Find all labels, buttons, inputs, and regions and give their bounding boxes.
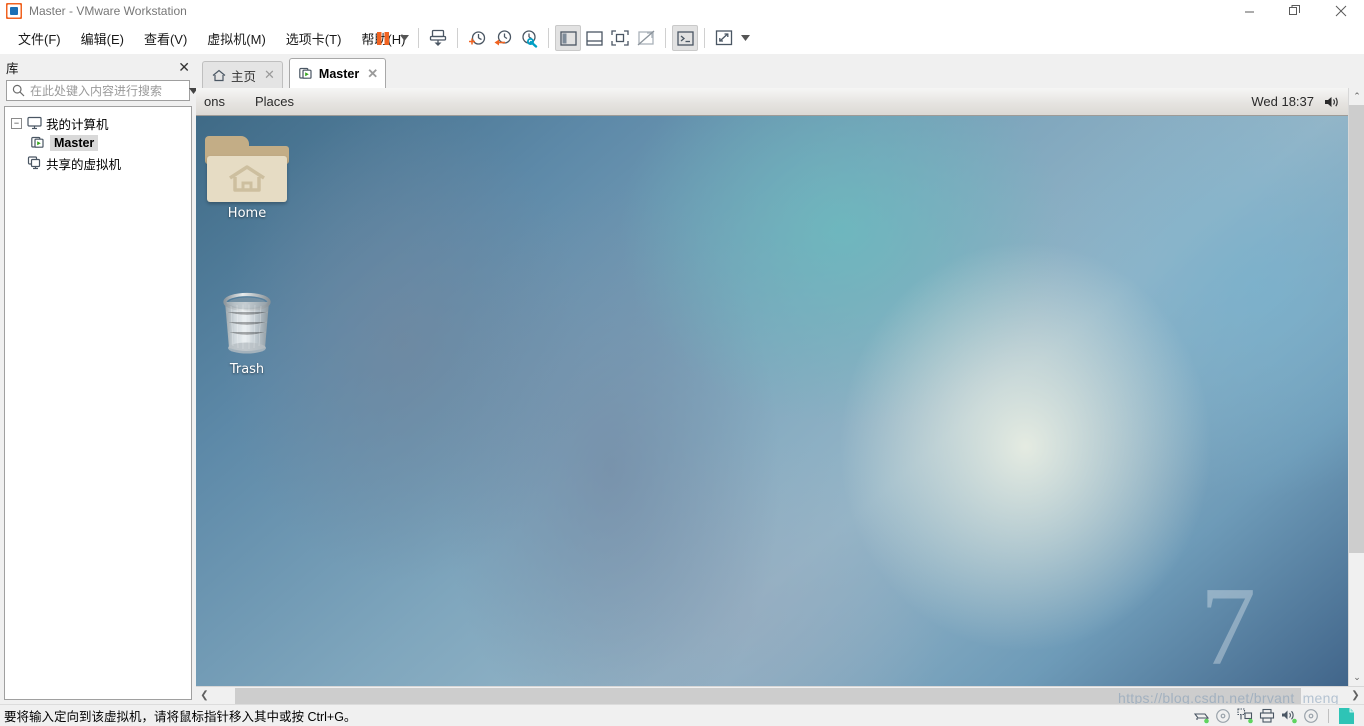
suspend-button[interactable] bbox=[370, 25, 396, 51]
tab-home[interactable]: 主页 ✕ bbox=[202, 61, 283, 88]
toolbar-divider-5 bbox=[704, 28, 705, 48]
menu-file[interactable]: 文件(F) bbox=[8, 25, 71, 52]
monitor-icon bbox=[27, 116, 42, 130]
tab-master[interactable]: Master ✕ bbox=[288, 58, 387, 88]
vm-running-icon bbox=[31, 136, 46, 150]
tree-label-my-computer: 我的计算机 bbox=[46, 117, 109, 132]
usb-device-icon[interactable] bbox=[1337, 707, 1356, 725]
unity-button[interactable] bbox=[633, 25, 659, 51]
revert-snapshot-button[interactable] bbox=[490, 25, 516, 51]
window-controls bbox=[1226, 0, 1364, 22]
status-device-icons bbox=[1193, 707, 1364, 725]
vm-tab-strip: 主页 ✕ Master ✕ bbox=[196, 56, 1364, 88]
window-title: Master - VMware Workstation bbox=[29, 4, 187, 18]
take-snapshot-button[interactable] bbox=[464, 25, 490, 51]
tree-item-shared-vms[interactable]: 共享的虚拟机 bbox=[5, 153, 191, 173]
library-header: 库 ✕ bbox=[0, 56, 196, 78]
tab-master-close-icon[interactable]: ✕ bbox=[367, 66, 378, 82]
optical-drive-icon[interactable] bbox=[1303, 708, 1320, 724]
guest-vertical-scrollbar[interactable]: ⌃ ⌄ bbox=[1348, 88, 1364, 686]
show-library-button[interactable] bbox=[555, 25, 581, 51]
close-button[interactable] bbox=[1318, 0, 1364, 22]
vmware-logo-icon bbox=[5, 2, 23, 20]
scroll-up-arrow-icon[interactable]: ⌃ bbox=[1349, 88, 1364, 105]
snapshot-button[interactable] bbox=[425, 25, 451, 51]
stretch-dropdown[interactable] bbox=[737, 25, 753, 51]
guest-horizontal-scrollbar[interactable]: ❮ ❯ bbox=[196, 686, 1364, 704]
toolbar-divider-4 bbox=[665, 28, 666, 48]
scroll-right-arrow-icon[interactable]: ❯ bbox=[1347, 687, 1364, 704]
tree-expander-icon[interactable]: − bbox=[11, 117, 22, 129]
guest-menu-places[interactable]: Places bbox=[249, 92, 300, 111]
toolbar bbox=[370, 22, 753, 54]
status-bar: 要将输入定向到该虚拟机，请将鼠标指针移入其中或按 Ctrl+G。 bbox=[0, 704, 1364, 726]
menu-edit[interactable]: 编辑(E) bbox=[71, 25, 134, 52]
minimize-button[interactable] bbox=[1226, 0, 1272, 22]
status-divider bbox=[1328, 708, 1329, 723]
close-icon[interactable]: ✕ bbox=[178, 60, 190, 74]
title-bar: Master - VMware Workstation bbox=[0, 0, 1364, 22]
tab-home-label: 主页 bbox=[231, 69, 257, 84]
tree-label-shared-vms: 共享的虚拟机 bbox=[46, 157, 122, 172]
search-box[interactable] bbox=[6, 80, 198, 101]
search-input[interactable] bbox=[27, 83, 185, 98]
stretch-button[interactable] bbox=[711, 25, 737, 51]
hard-disk-icon[interactable] bbox=[1193, 708, 1210, 724]
vmware-workstation-window: Master - VMware Workstation 文件(F) 编辑(E) bbox=[0, 0, 1364, 726]
horizontal-scroll-thumb[interactable] bbox=[235, 688, 1301, 704]
console-button[interactable] bbox=[672, 25, 698, 51]
library-sidebar: 库 ✕ − bbox=[0, 56, 198, 704]
desktop-icon-home[interactable]: Home bbox=[199, 136, 295, 221]
desktop-icon-trash[interactable]: Trash bbox=[199, 286, 295, 377]
toolbar-divider-2 bbox=[457, 28, 458, 48]
status-message: 要将输入定向到该虚拟机，请将鼠标指针移入其中或按 Ctrl+G。 bbox=[4, 710, 357, 724]
trash-can-icon bbox=[213, 286, 281, 358]
scroll-left-arrow-icon[interactable]: ❮ bbox=[196, 687, 213, 704]
home-icon bbox=[212, 69, 226, 82]
speaker-icon[interactable] bbox=[1324, 95, 1340, 109]
desktop-wallpaper[interactable]: 7 Home Trash bbox=[196, 116, 1348, 686]
tab-home-close-icon[interactable]: ✕ bbox=[264, 67, 275, 83]
vm-tree: − 我的计算机 Master 共享的虚拟机 bbox=[4, 106, 192, 700]
printer-icon[interactable] bbox=[1259, 708, 1276, 724]
toolbar-divider-3 bbox=[548, 28, 549, 48]
guest-clock[interactable]: Wed 18:37 bbox=[1251, 94, 1314, 109]
scroll-down-arrow-icon[interactable]: ⌄ bbox=[1349, 669, 1364, 686]
snapshot-manager-button[interactable] bbox=[516, 25, 542, 51]
tab-master-label: Master bbox=[318, 66, 360, 81]
wallpaper-seven-watermark: 7 bbox=[1200, 565, 1256, 686]
guest-menu-applications[interactable]: ons bbox=[198, 92, 231, 111]
toolbar-divider-1 bbox=[418, 28, 419, 48]
menu-tabs[interactable]: 选项卡(T) bbox=[276, 25, 352, 52]
tree-item-my-computer[interactable]: − 我的计算机 bbox=[5, 113, 191, 133]
menu-view[interactable]: 查看(V) bbox=[134, 25, 197, 52]
power-dropdown[interactable] bbox=[396, 25, 412, 51]
vertical-scroll-thumb[interactable] bbox=[1349, 105, 1364, 553]
tree-item-master[interactable]: Master bbox=[5, 133, 191, 153]
menu-vm[interactable]: 虚拟机(M) bbox=[197, 25, 276, 52]
network-adapter-icon[interactable] bbox=[1237, 707, 1254, 724]
home-folder-icon bbox=[205, 136, 289, 202]
library-title: 库 bbox=[6, 61, 19, 76]
guest-panel-right: Wed 18:37 bbox=[1251, 94, 1348, 109]
guest-top-panel: ons Places Wed 18:37 bbox=[196, 88, 1348, 116]
tree-label-master: Master bbox=[50, 135, 99, 151]
guest-screen[interactable]: ons Places Wed 18:37 7 Home Trash bbox=[196, 88, 1348, 686]
vm-running-icon bbox=[299, 67, 314, 81]
show-thumbnails-button[interactable] bbox=[581, 25, 607, 51]
restore-button[interactable] bbox=[1272, 0, 1318, 22]
shared-vm-icon bbox=[27, 156, 42, 170]
fullscreen-button[interactable] bbox=[607, 25, 633, 51]
desktop-icon-home-label: Home bbox=[227, 206, 267, 221]
search-icon bbox=[9, 84, 27, 97]
cd-dvd-icon[interactable] bbox=[1215, 708, 1232, 724]
desktop-icon-trash-label: Trash bbox=[229, 362, 265, 377]
sound-card-icon[interactable] bbox=[1281, 708, 1298, 724]
